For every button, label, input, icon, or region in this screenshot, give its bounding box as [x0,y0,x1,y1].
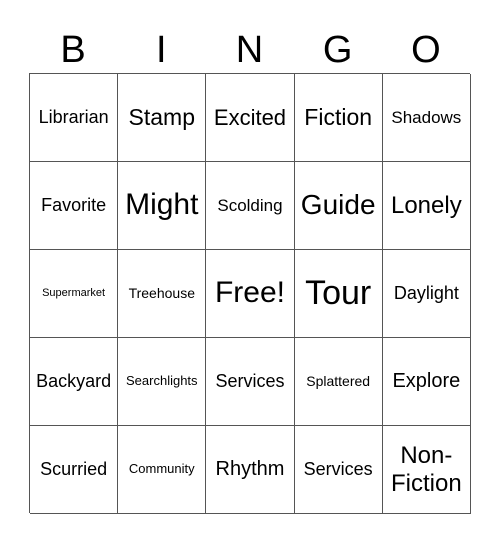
header-letter-o: O [411,29,441,71]
bingo-cell[interactable]: Tour [294,250,383,338]
bingo-cell[interactable]: Scolding [206,162,295,250]
bingo-cell[interactable]: Lonely [382,162,471,250]
bingo-cell[interactable]: Stamp [118,74,207,162]
header-letter-g: G [322,29,353,71]
bingo-cell[interactable]: Services [206,338,295,426]
bingo-cell[interactable]: Guide [294,162,383,250]
bingo-cell[interactable]: Treehouse [118,250,207,338]
bingo-cell[interactable]: Librarian [30,74,119,162]
bingo-cell[interactable]: Splattered [294,338,383,426]
bingo-cell[interactable]: Searchlights [118,338,207,426]
bingo-header: B I N G O [29,30,470,70]
bingo-grid: Librarian Stamp Excited Fiction Shadows … [29,73,471,514]
bingo-cell[interactable]: Backyard [30,338,119,426]
bingo-cell[interactable]: Fiction [294,74,383,162]
header-letter-i: I [156,29,167,71]
bingo-cell[interactable]: Shadows [382,74,471,162]
bingo-cell[interactable]: Community [118,426,207,514]
header-letter-n: N [235,29,264,71]
bingo-cell[interactable]: Daylight [382,250,471,338]
bingo-cell[interactable]: Rhythm [206,426,295,514]
bingo-cell[interactable]: Excited [206,74,295,162]
bingo-cell[interactable]: Scurried [30,426,119,514]
bingo-cell[interactable]: Services [294,426,383,514]
bingo-cell[interactable]: Explore [382,338,471,426]
header-letter-b: B [60,29,86,71]
bingo-cell[interactable]: Might [118,162,207,250]
bingo-cell[interactable]: Supermarket [30,250,119,338]
bingo-cell[interactable]: Favorite [30,162,119,250]
bingo-cell[interactable]: Non-Fiction [382,426,471,514]
free-space-cell[interactable]: Free! [206,250,295,338]
